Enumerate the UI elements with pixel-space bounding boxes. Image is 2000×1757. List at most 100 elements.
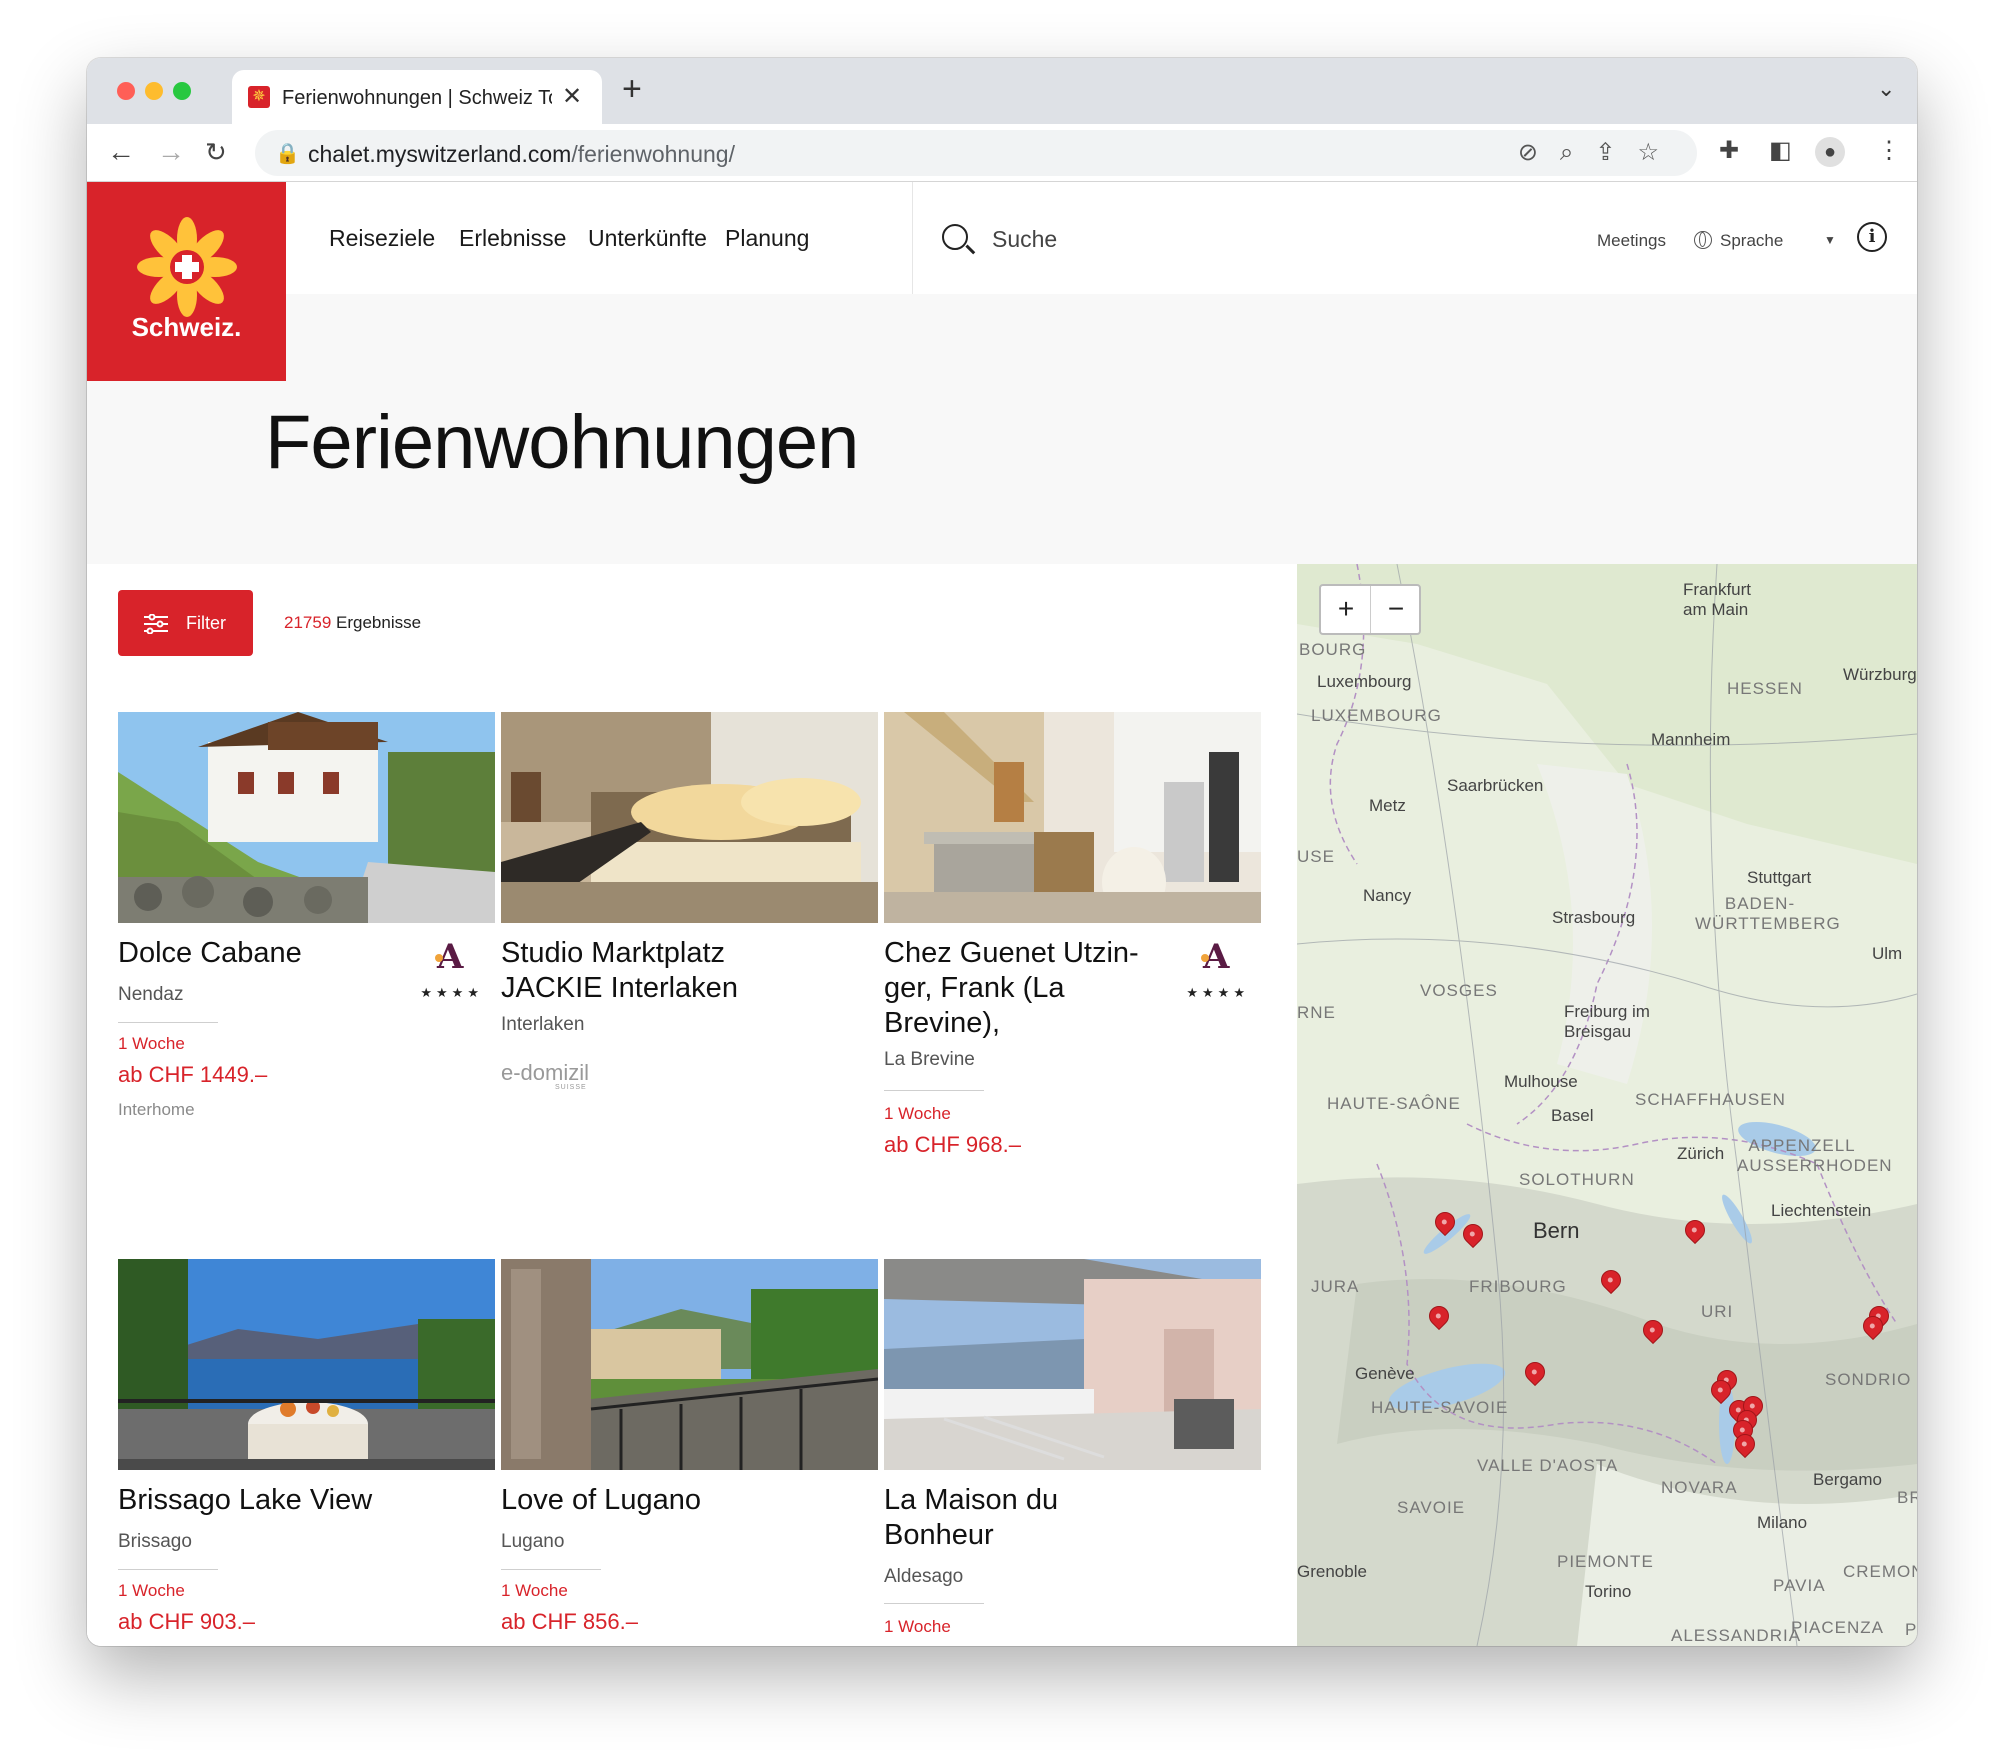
map-region-label: LUXEMBOURG bbox=[1311, 706, 1442, 725]
listing-card[interactable]: Brissago Lake View Brissago 1 Woche ab C… bbox=[118, 1259, 495, 1646]
map-label: Saarbrücken bbox=[1447, 776, 1544, 795]
quality-badge-icon: A bbox=[435, 938, 464, 972]
favicon-icon: ✵ bbox=[248, 86, 270, 108]
listing-panel: Filter 21759 Ergebnisse Dolce Cabane A ★… bbox=[87, 564, 1297, 1646]
map-region-label: JURA bbox=[1311, 1277, 1360, 1296]
provider-logo-sub: SUISSE bbox=[555, 1084, 587, 1091]
map-region-label: BOURG bbox=[1299, 640, 1367, 659]
listing-card[interactable]: Chez Guenet Utzin-ger, Frank (La Brevine… bbox=[884, 712, 1261, 1212]
listing-title[interactable]: Love of Lugano bbox=[501, 1483, 791, 1518]
map-region-label: APPENZELL AUSSERRHODEN bbox=[1737, 1136, 1893, 1175]
browser-window: ✵ Ferienwohnungen | Schweiz To ✕ + ⌄ ← →… bbox=[87, 58, 1917, 1646]
listing-location: Aldesago bbox=[884, 1566, 964, 1587]
close-window-button[interactable] bbox=[117, 82, 135, 100]
listing-title[interactable]: Studio Marktplatz JACKIE Interlaken bbox=[501, 936, 791, 1006]
map-label: Bern bbox=[1533, 1218, 1580, 1243]
header-separator bbox=[912, 182, 913, 294]
sliders-icon bbox=[144, 614, 168, 634]
listing-image[interactable] bbox=[501, 1259, 878, 1470]
listing-image[interactable] bbox=[501, 712, 878, 923]
url-text[interactable]: chalet.myswitzerland.com/ferienwohnung/ bbox=[308, 141, 735, 168]
address-bar-actions[interactable]: ⊘⌕⇪☆ bbox=[1518, 138, 1681, 167]
listing-card[interactable]: Studio Marktplatz JACKIE Interlaken Inte… bbox=[501, 712, 878, 1212]
profile-avatar-icon[interactable]: ● bbox=[1815, 137, 1845, 167]
listing-image[interactable] bbox=[118, 712, 495, 923]
minimize-window-button[interactable] bbox=[145, 82, 163, 100]
listing-card[interactable]: La Maison du Bonheur Aldesago 1 Woche bbox=[884, 1259, 1261, 1646]
browser-tab[interactable]: ✵ Ferienwohnungen | Schweiz To ✕ bbox=[232, 70, 602, 124]
page-title: Ferienwohnungen bbox=[265, 400, 859, 485]
map-region-label: SONDRIO bbox=[1825, 1370, 1912, 1389]
bookmark-star-icon: ☆ bbox=[1637, 139, 1681, 166]
lock-icon[interactable]: 🔒 bbox=[275, 141, 300, 166]
forward-button[interactable]: → bbox=[157, 134, 185, 170]
listing-duration: 1 Woche bbox=[118, 1034, 185, 1053]
map-label: Grenoble bbox=[1297, 1562, 1367, 1581]
site-header: Reiseziele Erlebnisse Unterkünfte Planun… bbox=[87, 182, 1917, 294]
provider-logo: Interhome bbox=[118, 1100, 195, 1119]
listing-title[interactable]: Brissago Lake View bbox=[118, 1483, 408, 1518]
map-label: Luxembourg bbox=[1317, 672, 1412, 691]
star-rating: ★★★★ bbox=[1186, 985, 1249, 1000]
listing-location: Brissago bbox=[118, 1531, 192, 1552]
search-icon[interactable] bbox=[942, 224, 968, 250]
map-region-label: FRIBOURG bbox=[1469, 1277, 1567, 1296]
map-region-label: P bbox=[1905, 1620, 1917, 1639]
listing-title[interactable]: La Maison du Bonheur bbox=[884, 1483, 1174, 1553]
map-region-label: NOVARA bbox=[1661, 1478, 1738, 1497]
browser-toolbar: ← → ↻ 🔒 chalet.myswitzerland.com/ferienw… bbox=[87, 124, 1917, 182]
listing-duration: 1 Woche bbox=[884, 1617, 951, 1636]
map-label: Stuttgart bbox=[1747, 868, 1812, 887]
card-divider bbox=[118, 1569, 218, 1570]
back-button[interactable]: ← bbox=[107, 134, 135, 170]
results-map[interactable]: + − Frankfurt am Main Luxembourg Mannhei… bbox=[1297, 564, 1917, 1646]
map-label: Liechtenstein bbox=[1771, 1201, 1872, 1220]
meetings-link[interactable]: Meetings bbox=[1597, 231, 1666, 251]
listing-price: ab CHF 1449.– bbox=[118, 1062, 268, 1087]
language-selector[interactable]: Sprache bbox=[1720, 231, 1783, 251]
map-label: Zürich bbox=[1677, 1144, 1725, 1163]
nav-reiseziele[interactable]: Reiseziele bbox=[329, 225, 435, 252]
zoom-out-button[interactable]: − bbox=[1371, 586, 1421, 633]
page-hero: Ferienwohnungen bbox=[87, 294, 1917, 564]
map-label: Mulhouse bbox=[1504, 1072, 1578, 1091]
card-divider bbox=[884, 1090, 984, 1091]
listing-title[interactable]: Dolce Cabane bbox=[118, 936, 408, 971]
map-label: Bergamo bbox=[1813, 1470, 1882, 1489]
new-tab-button[interactable]: + bbox=[622, 70, 642, 109]
listing-image[interactable] bbox=[884, 1259, 1261, 1470]
map-region-label: PAVIA bbox=[1773, 1576, 1826, 1595]
close-tab-icon[interactable]: ✕ bbox=[562, 82, 582, 111]
caret-down-icon: ▼ bbox=[1824, 233, 1836, 247]
filter-button[interactable]: Filter bbox=[118, 590, 253, 656]
listing-image[interactable] bbox=[118, 1259, 495, 1470]
map-region-label: RNE bbox=[1297, 1003, 1336, 1022]
address-bar[interactable]: 🔒 chalet.myswitzerland.com/ferienwohnung… bbox=[255, 130, 1697, 176]
browser-menu-icon[interactable]: ⋮ bbox=[1877, 136, 1901, 165]
maximize-window-button[interactable] bbox=[173, 82, 191, 100]
extensions-icon[interactable]: ✚ bbox=[1719, 136, 1739, 165]
map-region-label: ALESSANDRIA bbox=[1671, 1626, 1802, 1645]
site-logo[interactable]: Schweiz. bbox=[87, 182, 286, 381]
zoom-in-button[interactable]: + bbox=[1321, 586, 1371, 633]
map-region-label: SAVOIE bbox=[1397, 1498, 1466, 1517]
info-icon[interactable]: i bbox=[1857, 222, 1887, 252]
nav-unterkuenfte[interactable]: Unterkünfte bbox=[588, 225, 707, 252]
nav-erlebnisse[interactable]: Erlebnisse bbox=[459, 225, 566, 252]
map-region-label: SOLOTHURN bbox=[1519, 1170, 1635, 1189]
map-region-label: SCHAFFHAUSEN bbox=[1635, 1090, 1786, 1109]
listing-price: ab CHF 856.– bbox=[501, 1609, 638, 1634]
edelweiss-icon bbox=[137, 217, 237, 317]
reload-button[interactable]: ↻ bbox=[205, 134, 227, 170]
map-label: Torino bbox=[1585, 1582, 1632, 1601]
tab-list-chevron-icon[interactable]: ⌄ bbox=[1877, 76, 1895, 102]
listing-image[interactable] bbox=[884, 712, 1261, 923]
listing-card[interactable]: Dolce Cabane A ★★★★ Nendaz 1 Woche ab CH… bbox=[118, 712, 495, 1212]
nav-planung[interactable]: Planung bbox=[725, 225, 809, 252]
listing-title[interactable]: Chez Guenet Utzin-ger, Frank (La Brevine… bbox=[884, 936, 1174, 1041]
listing-card[interactable]: Love of Lugano Lugano 1 Woche ab CHF 856… bbox=[501, 1259, 878, 1646]
card-divider bbox=[118, 1022, 218, 1023]
search-button[interactable]: Suche bbox=[992, 226, 1057, 253]
side-panel-icon[interactable]: ◧ bbox=[1769, 136, 1792, 165]
map-region-label: USE bbox=[1297, 847, 1335, 866]
